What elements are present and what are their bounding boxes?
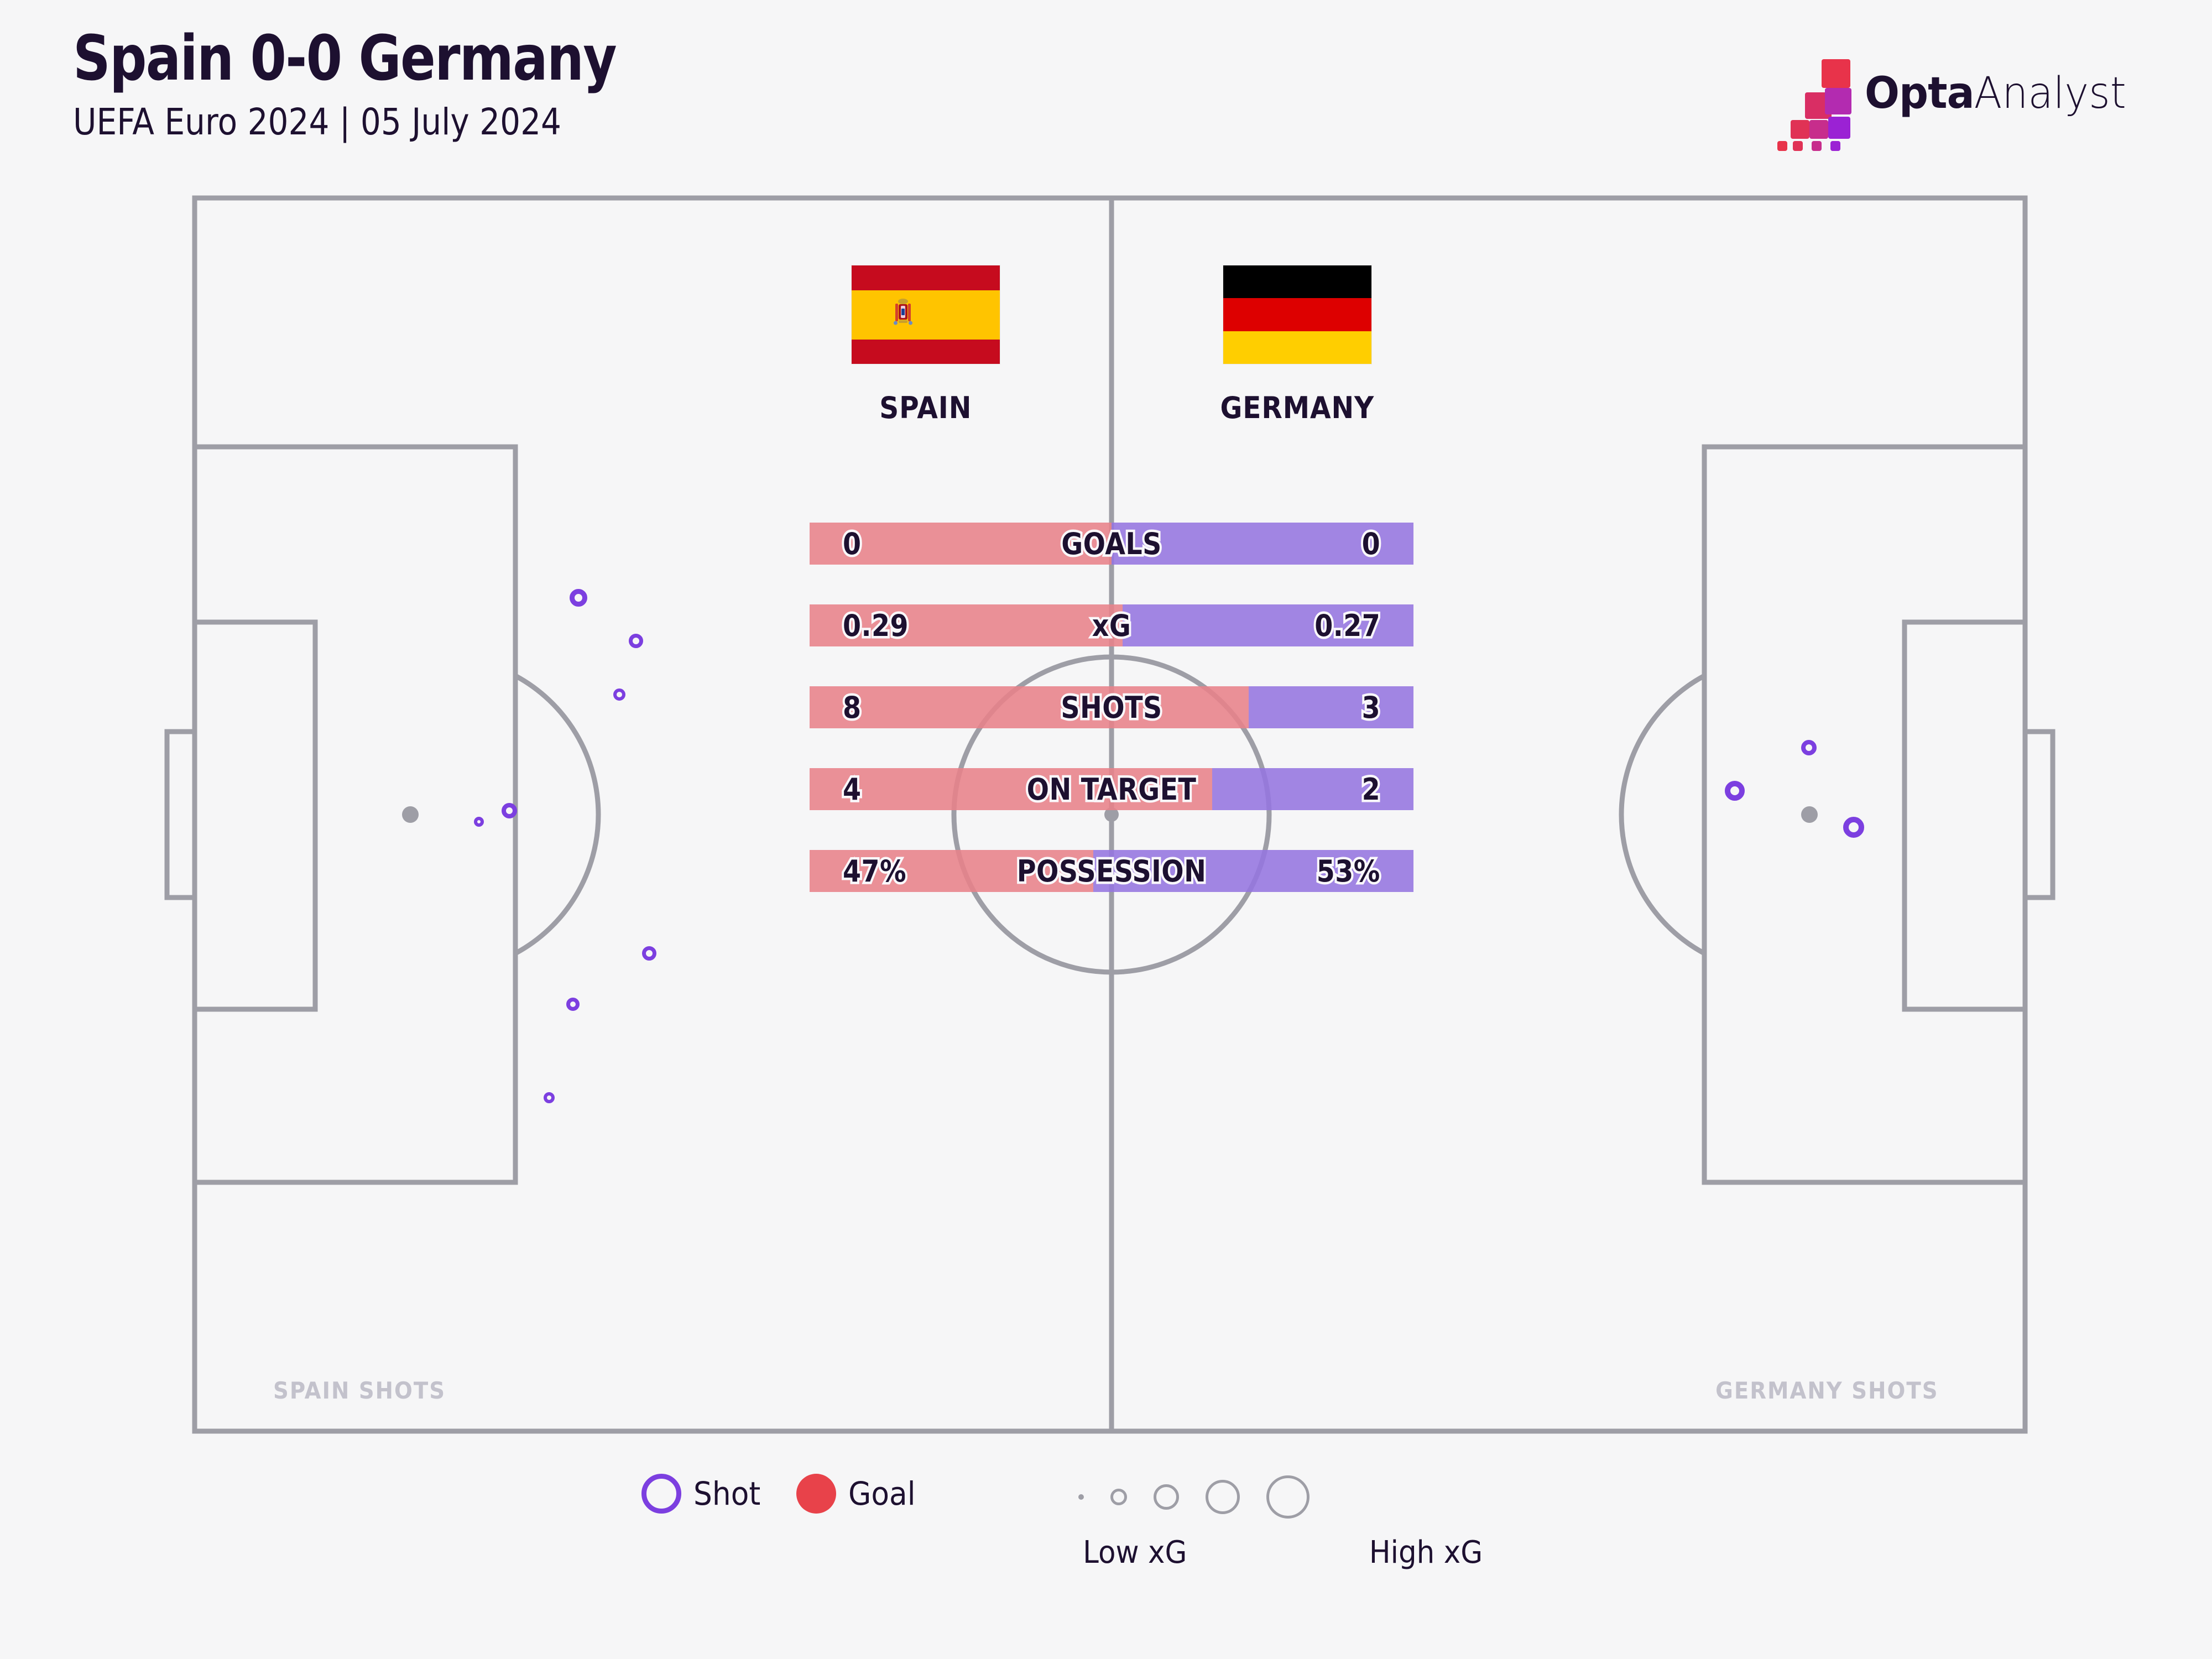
stat-bars: 0 GOALS 0 0.29 xG 0.27 8 SHOTS 3 4 ON TARGET 2 47% PO… — [810, 523, 1413, 892]
away-shots-caption: GERMANY SHOTS — [1715, 1377, 1939, 1404]
stat-label: SHOTS — [1058, 687, 1164, 727]
xg-scale-dot — [1206, 1480, 1240, 1514]
low-xg-label: Low xG — [1083, 1535, 1187, 1571]
stat-label: POSSESSION — [1015, 851, 1208, 891]
xg-size-scale — [1078, 1470, 1310, 1524]
stat-row: 47% POSSESSION 53% — [810, 850, 1413, 892]
home-team-name: SPAIN — [879, 390, 972, 425]
away-stat-value: 53% — [1314, 851, 1383, 891]
away-team-header: GERMANY — [1181, 265, 1413, 425]
legend-goal-label: Goal — [848, 1475, 916, 1512]
away-shot-marker — [1843, 817, 1864, 838]
away-team-name: GERMANY — [1220, 390, 1375, 425]
xg-scale-dot — [1110, 1489, 1127, 1505]
home-shot-marker — [474, 817, 484, 827]
away-shot-marker — [1801, 740, 1817, 755]
legend-marker-key: Shot Goal — [641, 1474, 951, 1514]
away-stat-value: 0 — [1360, 524, 1383, 564]
stat-label: xG — [1090, 606, 1133, 645]
home-team-header: SPAIN — [810, 265, 1042, 425]
team-headers: SPAIN GERMANY — [810, 265, 1413, 425]
shot-marker-icon — [641, 1474, 681, 1514]
legend-shot-item: Shot — [641, 1474, 796, 1514]
spain-flag-icon — [852, 265, 1000, 364]
opta-match-stats-graphic: Spain 0-0 Germany UEFA Euro 2024 | 05 Ju… — [0, 0, 2212, 1659]
home-shot-marker — [502, 803, 517, 818]
goal-marker-icon — [796, 1474, 836, 1514]
xg-scale-dot — [1154, 1484, 1179, 1510]
xg-scale-dot — [1266, 1475, 1310, 1519]
stat-label: ON TARGET — [1025, 769, 1198, 809]
home-bar-segment — [810, 686, 1249, 728]
stat-row: 8 SHOTS 3 — [810, 686, 1413, 728]
away-stat-value: 2 — [1360, 769, 1383, 809]
home-stat-value: 4 — [841, 769, 863, 809]
home-stat-value: 47% — [841, 851, 909, 891]
home-shot-marker — [629, 634, 643, 648]
high-xg-label: High xG — [1369, 1535, 1483, 1571]
home-shot-marker — [566, 998, 580, 1011]
home-stat-value: 0.29 — [841, 606, 910, 645]
away-stat-value: 3 — [1360, 687, 1383, 727]
home-shot-marker — [544, 1092, 555, 1103]
home-stat-value: 8 — [841, 687, 863, 727]
stat-label: GOALS — [1059, 524, 1164, 564]
away-shot-marker — [1725, 781, 1745, 801]
home-stat-value: 0 — [841, 524, 863, 564]
stat-row: 0 GOALS 0 — [810, 523, 1413, 565]
legend: Shot Goal Low xG High xG — [0, 1474, 2212, 1640]
spain-coat-of-arms-icon — [894, 299, 913, 325]
home-shot-marker — [613, 688, 625, 701]
legend-goal-item: Goal — [796, 1474, 951, 1514]
xg-scale-dot — [1078, 1494, 1084, 1500]
legend-shot-label: Shot — [693, 1475, 761, 1512]
home-shot-marker — [642, 946, 656, 961]
stat-row: 0.29 xG 0.27 — [810, 604, 1413, 646]
away-bar-segment — [1248, 686, 1413, 728]
xg-scale-labels: Low xG High xG — [1078, 1535, 1488, 1571]
germany-flag-icon — [1223, 265, 1371, 364]
away-stat-value: 0.27 — [1312, 606, 1382, 645]
home-shot-marker — [570, 589, 587, 607]
stat-row: 4 ON TARGET 2 — [810, 768, 1413, 810]
home-shots-caption: SPAIN SHOTS — [273, 1377, 446, 1404]
away-bar-segment — [1212, 768, 1413, 810]
